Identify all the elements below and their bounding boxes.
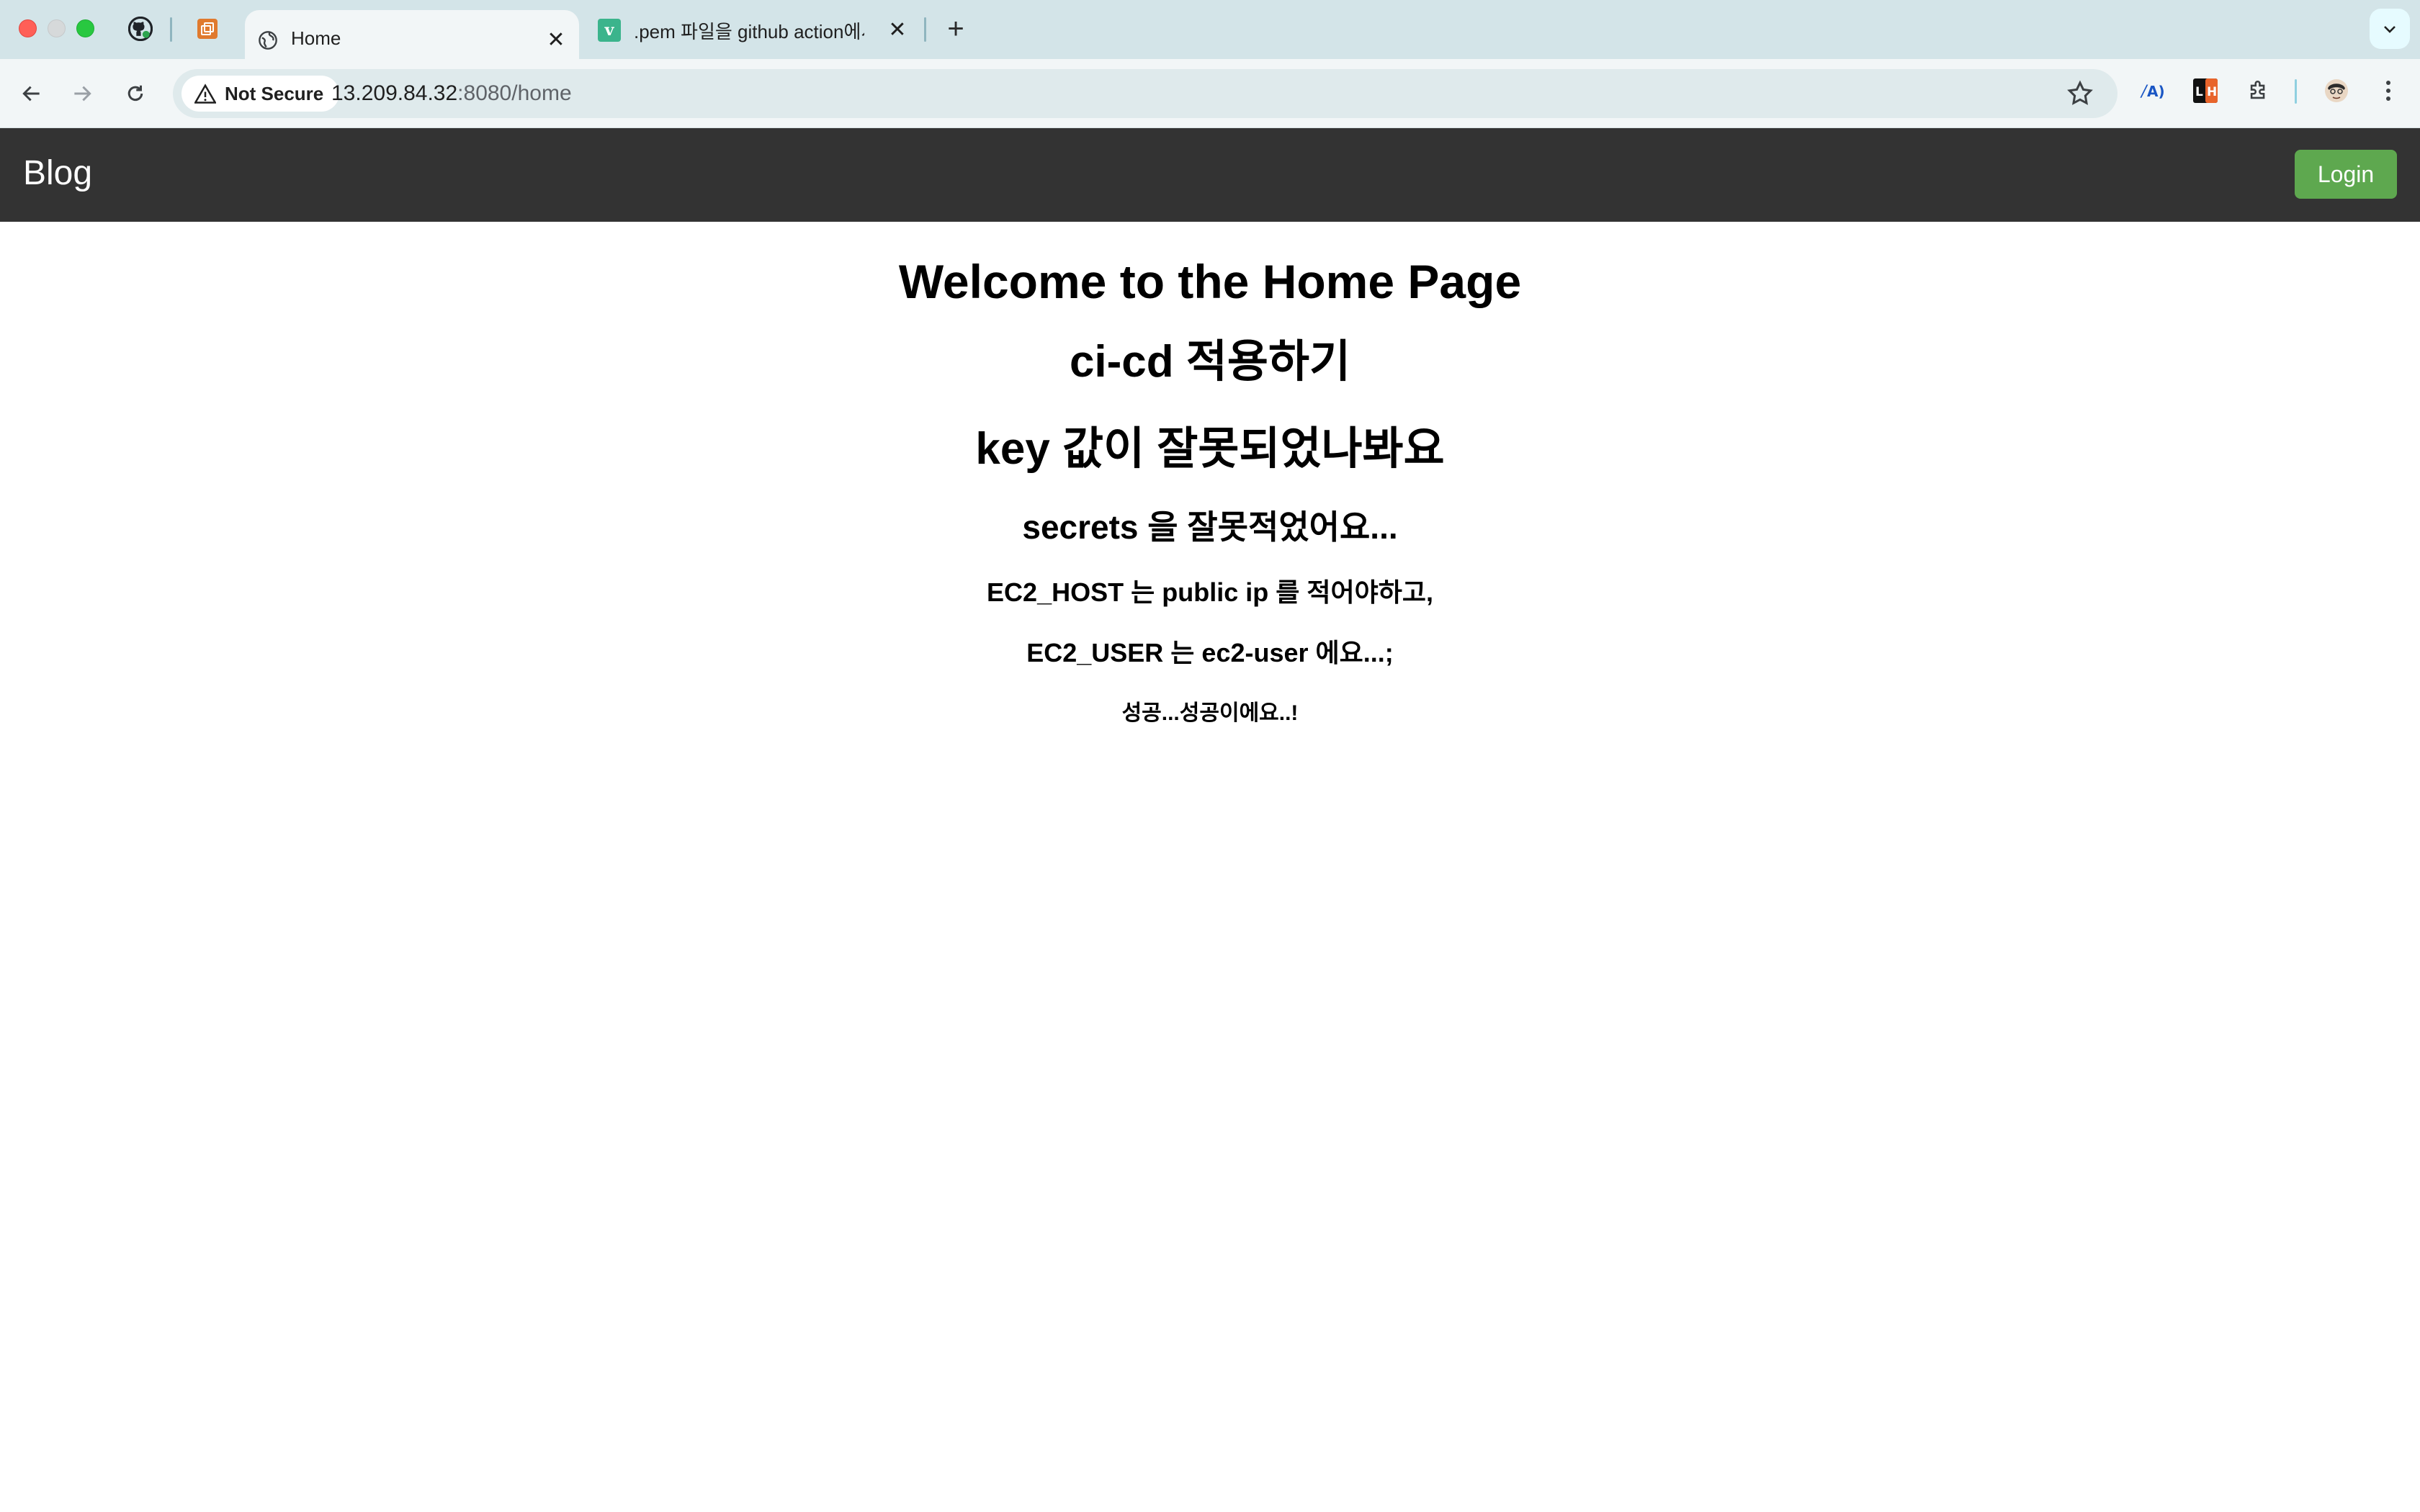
web-page: Blog Login Welcome to the Home Page ci-c… xyxy=(0,128,2420,1512)
tab-close-button[interactable]: ✕ xyxy=(883,16,912,45)
extension-lh-icon: L H xyxy=(2193,78,2218,103)
star-icon[interactable] xyxy=(2066,79,2094,108)
svg-text:L: L xyxy=(2195,85,2203,99)
url-path: :8080/home xyxy=(457,81,572,105)
arrow-left-icon xyxy=(22,86,40,102)
site-navbar: Blog Login xyxy=(0,128,2420,222)
pinned-tab-app[interactable] xyxy=(192,13,223,45)
github-icon xyxy=(128,17,153,41)
arrow-right-icon xyxy=(74,86,91,102)
v-favicon-icon: v xyxy=(598,19,621,42)
address-bar[interactable]: Not Secure 13.209.84.32:8080/home xyxy=(173,69,2118,118)
extension-a-icon: / A) xyxy=(2140,83,2165,101)
tab-pem[interactable]: v .pem 파일을 github action에서 ✕ xyxy=(591,10,922,59)
extension-translate[interactable]: / A) xyxy=(2138,75,2169,107)
maximize-window-button[interactable] xyxy=(76,19,94,37)
heading-success: 성공...성공이에요..! xyxy=(1121,701,1299,725)
tab-close-button[interactable]: ✕ xyxy=(542,26,570,55)
heading-ec2-user: EC2_USER 는 ec2-user 에요...; xyxy=(1026,638,1394,667)
minimize-window-button[interactable] xyxy=(48,19,66,37)
kebab-menu-icon xyxy=(2386,81,2390,101)
reload-icon xyxy=(127,85,143,102)
tab-separator xyxy=(170,17,172,42)
tab-title: Home xyxy=(291,27,341,49)
heading-key: key 값이 잘못되었나봐요 xyxy=(975,424,1445,474)
heading-cicd: ci-cd 적용하기 xyxy=(1069,337,1351,387)
svg-text:A): A) xyxy=(2147,83,2165,100)
browser-menu-button[interactable] xyxy=(2372,75,2404,107)
close-window-button[interactable] xyxy=(19,19,37,37)
extension-lh[interactable]: L H xyxy=(2190,75,2221,107)
security-label: Not Secure xyxy=(225,83,324,104)
globe-icon xyxy=(256,29,279,52)
pinned-tab-github[interactable] xyxy=(125,13,156,45)
tab-search-button[interactable] xyxy=(2370,9,2410,49)
profile-button[interactable] xyxy=(2321,75,2352,107)
orange-app-icon xyxy=(197,19,218,39)
tab-strip: Home ✕ v .pem 파일을 github action에서 ✕ + xyxy=(0,0,2420,59)
chevron-down-icon xyxy=(2384,26,2396,33)
toolbar-separator xyxy=(2295,79,2297,104)
warning-icon xyxy=(194,84,216,104)
profile-avatar xyxy=(2325,79,2348,102)
heading-secrets: secrets 을 잘못적었어요... xyxy=(1022,508,1398,546)
forward-button[interactable] xyxy=(63,75,101,112)
site-brand[interactable]: Blog xyxy=(23,150,92,197)
browser-toolbar: Not Secure 13.209.84.32:8080/home xyxy=(0,59,2420,128)
tab-title: .pem 파일을 github action에서 xyxy=(634,21,864,42)
extensions-button[interactable] xyxy=(2243,75,2275,107)
svg-text:H: H xyxy=(2207,85,2217,99)
tab-separator xyxy=(924,17,926,42)
new-tab-button[interactable]: + xyxy=(939,13,972,46)
heading-ec2-host: EC2_HOST 는 public ip 를 적어야하고, xyxy=(987,577,1433,607)
tab-home[interactable]: Home ✕ xyxy=(245,10,579,59)
login-button[interactable]: Login xyxy=(2295,150,2397,199)
url-host: 13.209.84.32 xyxy=(331,81,458,105)
reload-button[interactable] xyxy=(117,75,154,112)
puzzle-icon xyxy=(2250,81,2265,99)
security-chip[interactable]: Not Secure xyxy=(182,76,340,112)
page-title: Welcome to the Home Page xyxy=(898,255,1522,308)
url-text[interactable]: 13.209.84.32:8080/home xyxy=(331,69,572,118)
back-button[interactable] xyxy=(13,75,50,112)
